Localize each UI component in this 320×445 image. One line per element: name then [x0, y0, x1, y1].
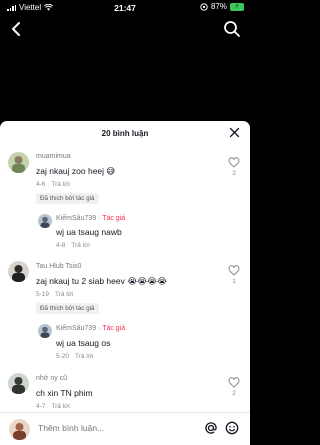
top-nav	[0, 14, 250, 44]
reply-meta: 5-20 Trả lời	[56, 353, 93, 360]
avatar[interactable]	[8, 152, 29, 173]
like-count: 2	[232, 170, 236, 177]
author-tag: · Tác giả	[98, 215, 126, 222]
author-tag: · Tác giả	[98, 325, 126, 332]
reply-button[interactable]: Trả lời	[75, 353, 93, 360]
comment-input-bar	[0, 412, 250, 445]
avatar[interactable]	[38, 214, 52, 228]
comment-username[interactable]: Tau Hlub Tsis0	[36, 263, 81, 270]
sheet-header: 20 bình luận	[0, 121, 250, 145]
like-column: 2	[227, 157, 241, 177]
reply-username-text: KiếmSâu739	[56, 215, 97, 222]
reply-button[interactable]: Trả lời	[51, 403, 69, 410]
heart-icon[interactable]	[228, 265, 240, 276]
comment-username[interactable]: muamimua	[36, 153, 71, 160]
comment-input[interactable]	[38, 423, 178, 433]
comment-item: nhớ ny cũ ch xin TN phim 4-7 Trả lời 2	[0, 367, 250, 412]
reply-username[interactable]: KiếmSâu739 · Tác giả	[56, 325, 125, 332]
reply-username[interactable]: KiếmSâu739 · Tác giả	[56, 215, 125, 222]
like-column: 2	[227, 377, 241, 397]
liked-by-author-badge: Đã thích bởi tác giả	[36, 193, 99, 204]
comment-meta: 5-19 Trả lời	[36, 291, 73, 298]
reply-date: 5-20	[56, 353, 70, 360]
like-column: 1	[227, 265, 241, 285]
battery-percent: 87%	[210, 2, 227, 11]
comment-item: muamimua zaj nkauj zoo heej 😅 4-6 Trả lời…	[0, 148, 250, 208]
reply-button[interactable]: Trả lời	[51, 181, 69, 188]
chevron-left-icon[interactable]	[7, 20, 25, 38]
close-icon[interactable]	[229, 127, 240, 138]
avatar[interactable]	[8, 261, 29, 282]
comment-meta: 4-6 Trả lời	[36, 181, 70, 188]
comment-text: zaj nkauj tu 2 siab heev 😭😭😭😭	[36, 276, 167, 286]
battery-icon: ⚡	[230, 2, 244, 11]
comment-text: zaj nkauj zoo heej 😅	[36, 166, 116, 176]
status-right: 87% ⚡	[200, 2, 244, 11]
emoji-icon[interactable]	[225, 421, 239, 435]
reply-button[interactable]: Trả lời	[71, 242, 89, 249]
liked-by-author-badge: Đã thích bởi tác giả	[36, 303, 99, 314]
search-icon[interactable]	[223, 20, 241, 38]
comment-meta: 4-7 Trả lời	[36, 403, 70, 410]
avatar	[9, 419, 30, 440]
reply-item: KiếmSâu739 · Tác giả wj ua tsaug os 5-20…	[0, 321, 250, 363]
comment-item: Tau Hlub Tsis0 zaj nkauj tu 2 siab heev …	[0, 255, 250, 319]
reply-date: 4-8	[56, 242, 66, 249]
reply-item: KiếmSâu739 · Tác giả wj ua tsaug nawb 4-…	[0, 211, 250, 251]
comment-username[interactable]: nhớ ny cũ	[36, 375, 67, 382]
comment-date: 5-19	[36, 291, 50, 298]
reply-text: wj ua tsaug os	[56, 338, 111, 348]
comment-date: 4-7	[36, 403, 46, 410]
comment-date: 4-6	[36, 181, 46, 188]
sheet-title: 20 bình luận	[101, 129, 149, 138]
avatar[interactable]	[38, 324, 52, 338]
comment-text: ch xin TN phim	[36, 388, 93, 398]
like-count: 1	[232, 278, 236, 285]
at-mention-icon[interactable]	[204, 421, 218, 435]
like-count: 2	[232, 390, 236, 397]
reply-text: wj ua tsaug nawb	[56, 227, 122, 237]
heart-icon[interactable]	[228, 157, 240, 168]
location-icon	[200, 2, 208, 11]
avatar[interactable]	[8, 373, 29, 394]
reply-button[interactable]: Trả lời	[55, 291, 73, 298]
status-bar: Viettel 21:47 87% ⚡	[0, 0, 250, 14]
heart-icon[interactable]	[228, 377, 240, 388]
reply-meta: 4-8 Trả lời	[56, 242, 90, 249]
comments-sheet: 20 bình luận muamimua zaj nkauj zoo heej…	[0, 121, 250, 445]
reply-username-text: KiếmSâu739	[56, 325, 97, 332]
